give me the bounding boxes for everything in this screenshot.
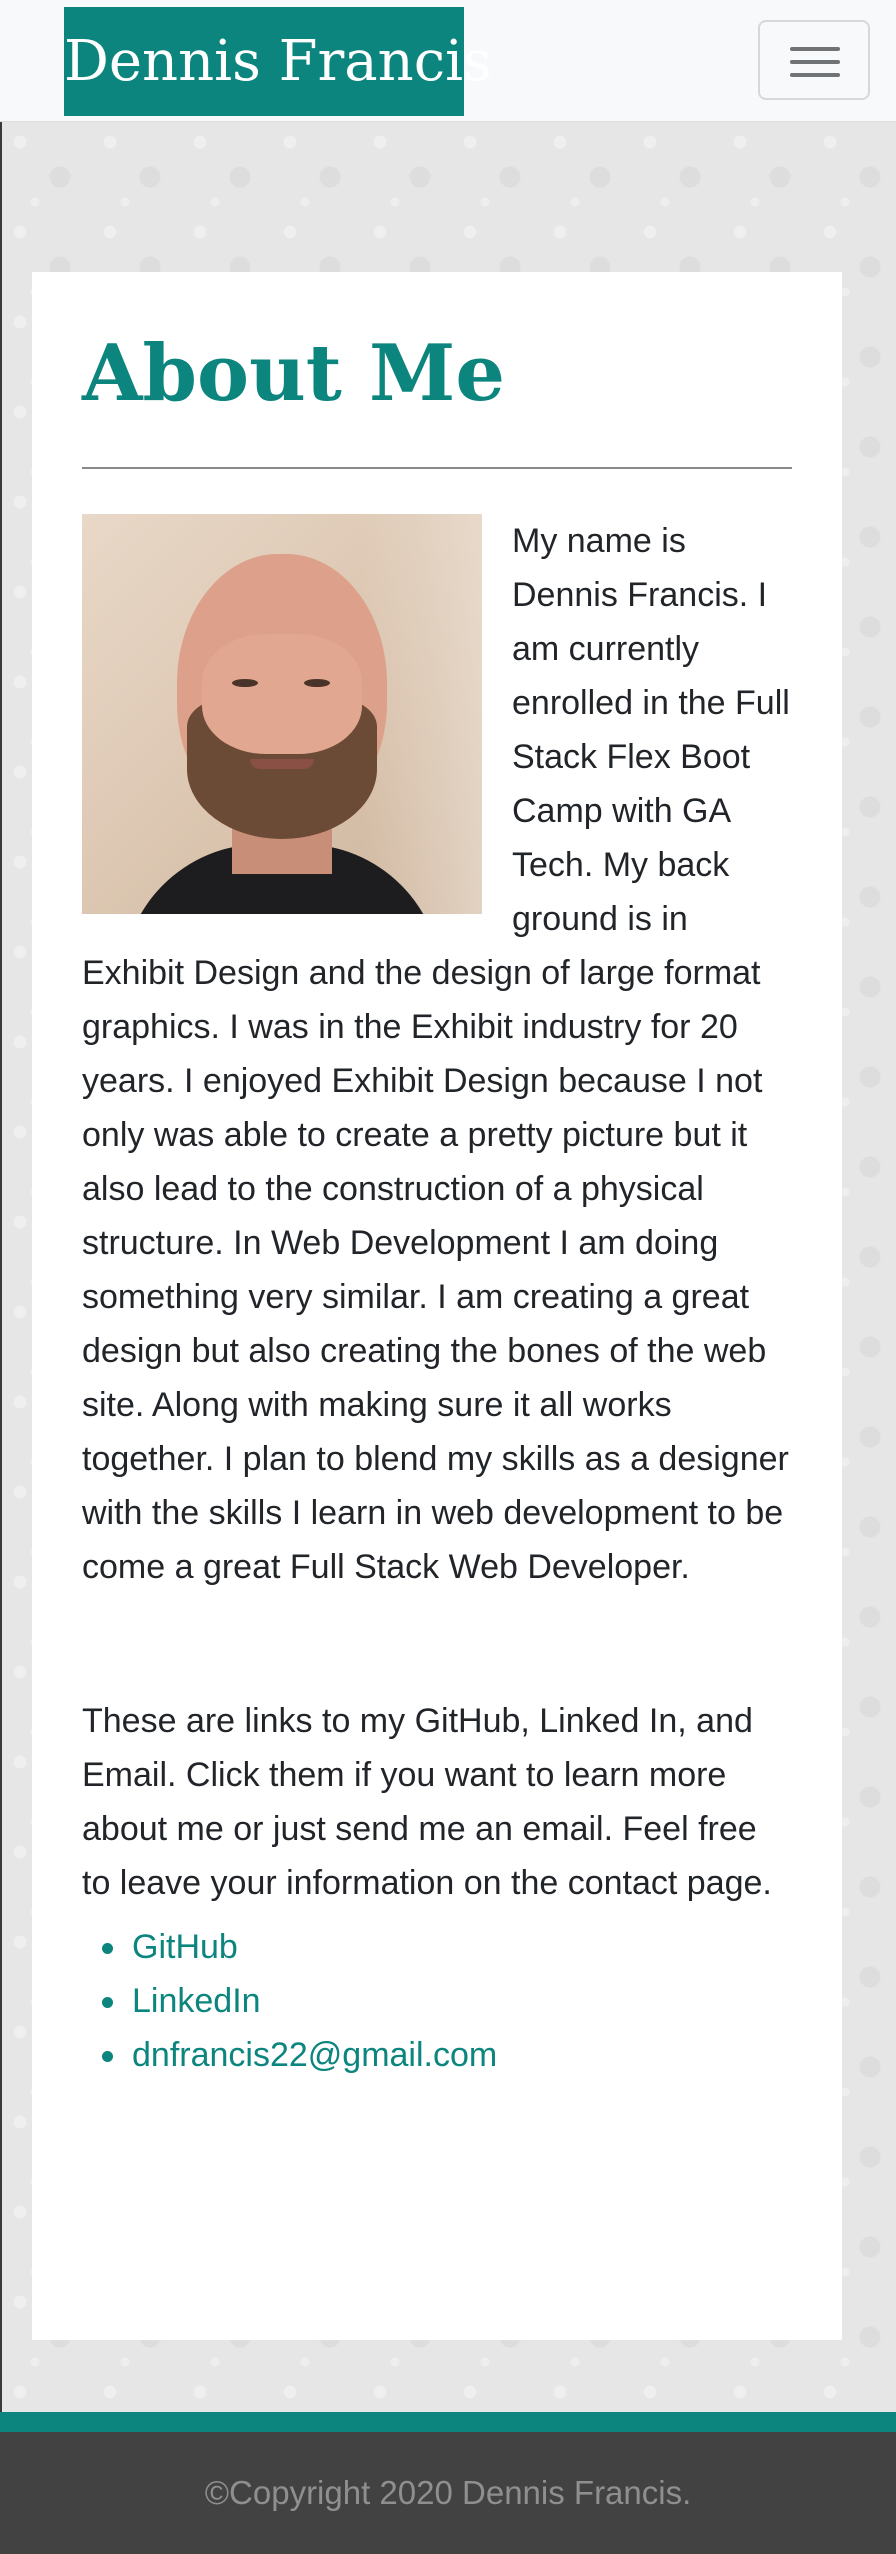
about-content: My name is Dennis Francis. I am currentl… bbox=[82, 514, 794, 2082]
navbar: Dennis Francis bbox=[0, 0, 896, 122]
navbar-toggle-button[interactable] bbox=[758, 20, 870, 100]
footer-accent-stripe bbox=[0, 2412, 896, 2432]
title-divider bbox=[82, 467, 792, 469]
list-item: LinkedIn bbox=[82, 1974, 794, 2028]
copyright-text: ©Copyright 2020 Dennis Francis. bbox=[204, 2474, 692, 2511]
bullet-icon bbox=[102, 1997, 113, 2008]
links-intro-paragraph: These are links to my GitHub, Linked In,… bbox=[82, 1702, 772, 1902]
github-link[interactable]: GitHub bbox=[132, 1928, 238, 1966]
page-title: About Me bbox=[82, 328, 505, 419]
social-links-list: GitHub LinkedIn dnfrancis22@gmail.com bbox=[82, 1920, 794, 2082]
email-link[interactable]: dnfrancis22@gmail.com bbox=[132, 2036, 497, 2074]
list-item: dnfrancis22@gmail.com bbox=[82, 2028, 794, 2082]
linkedin-link[interactable]: LinkedIn bbox=[132, 1982, 261, 2020]
list-item: GitHub bbox=[82, 1920, 794, 1974]
bullet-icon bbox=[102, 2051, 113, 2062]
about-card: About Me My name is Dennis Francis. I am… bbox=[32, 272, 842, 2340]
footer: ©Copyright 2020 Dennis Francis. bbox=[0, 2432, 896, 2554]
profile-photo bbox=[82, 514, 482, 914]
window-edge bbox=[0, 0, 2, 2554]
brand-logo-link[interactable]: Dennis Francis bbox=[64, 7, 492, 116]
bullet-icon bbox=[102, 1943, 113, 1954]
